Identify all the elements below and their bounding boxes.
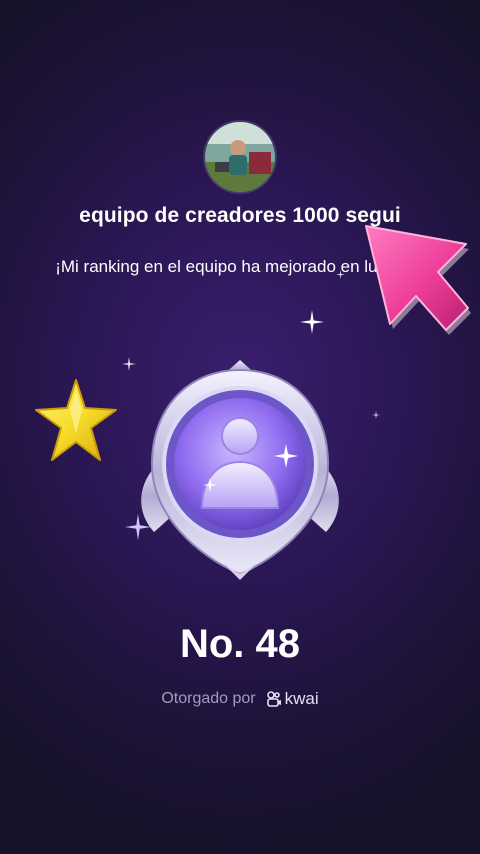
brand-name: kwai (284, 689, 319, 708)
pink-arrow-cursor-icon (365, 225, 471, 335)
brand-logo: kwai (266, 689, 319, 709)
share-card-screen: equipo de creadores 1000 segui ¡Mi ranki… (0, 0, 480, 854)
avatar[interactable] (205, 122, 275, 192)
kwai-logo-icon (266, 691, 281, 707)
yellow-star-icon (35, 379, 117, 461)
team-medal-icon (141, 360, 339, 580)
ranking-number: No. 48 (179, 622, 301, 666)
awarded-by-label: Otorgado por (161, 690, 256, 707)
awarded-by: Otorgado por kwai (0, 689, 480, 709)
sparkle-icon (336, 270, 345, 279)
sparkle-icon (300, 310, 324, 334)
sparkle-icon (372, 411, 380, 419)
